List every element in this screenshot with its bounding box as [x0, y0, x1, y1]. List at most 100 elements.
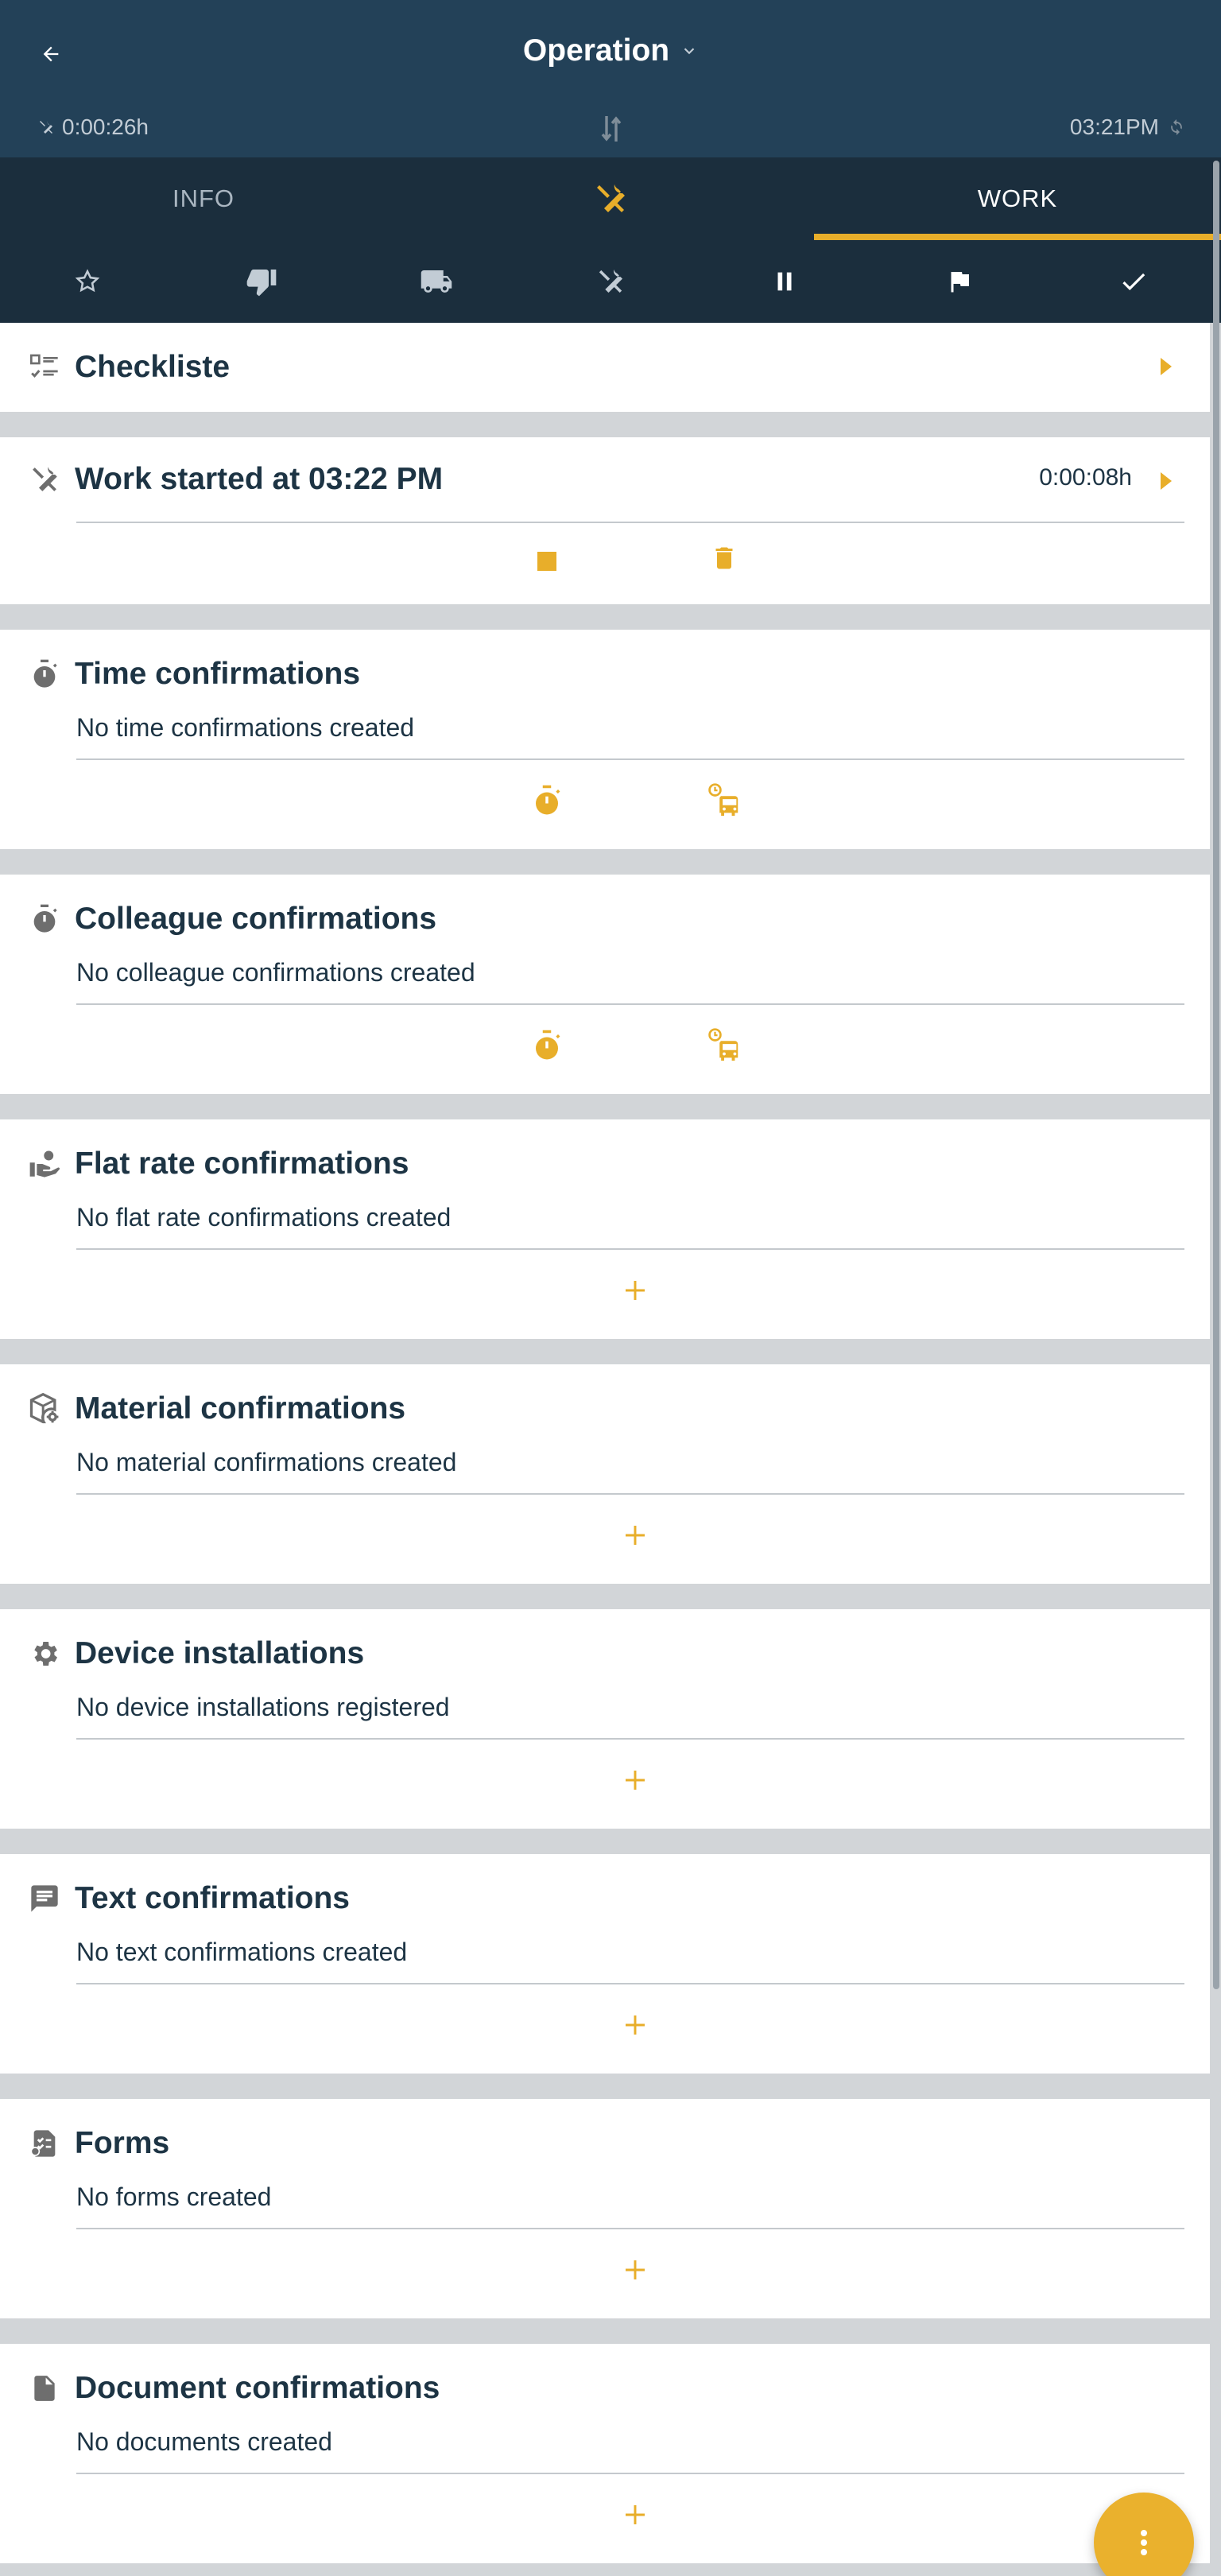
package-settings-icon [27, 1391, 62, 1426]
time-confirmations-title: Time confirmations [75, 657, 361, 691]
device-installations-card: Device installations No device installat… [0, 1609, 1210, 1829]
separator [0, 2318, 1210, 2344]
device-installations-actions [0, 1740, 1210, 1821]
time-confirmations-actions [0, 760, 1210, 841]
plus-icon [626, 1281, 645, 1300]
checklist-title: Checkliste [75, 350, 231, 384]
scrollbar[interactable] [1213, 161, 1219, 1989]
action-toolbar [0, 240, 1221, 323]
add-material-button[interactable] [615, 1515, 655, 1555]
flat-rate-confirmations-card: Flat rate confirmations No flat rate con… [0, 1119, 1210, 1339]
plus-icon [626, 2015, 645, 2035]
chevron-down-icon [684, 48, 695, 55]
add-form-button[interactable] [615, 2250, 655, 2290]
text-confirmations-header: Text confirmations [0, 1854, 1210, 1943]
add-flat-rate-button[interactable] [615, 1271, 655, 1310]
tab-info-label: INFO [172, 184, 235, 212]
stop-button[interactable] [527, 541, 567, 581]
separator [0, 1094, 1210, 1119]
work-session-header[interactable]: Work started at 03:22 PM 0:00:08h [0, 437, 1210, 522]
finish-flag-button[interactable] [872, 240, 1046, 323]
add-colleague-time-button[interactable] [527, 1026, 567, 1065]
stopwatch-icon [536, 1030, 560, 1060]
time-confirmations-card: Time confirmations No time confirmations… [0, 630, 1210, 849]
colleague-confirmations-actions [0, 1005, 1210, 1086]
forms-title: Forms [75, 2126, 170, 2160]
thumb-down-icon [246, 270, 277, 297]
device-installations-header: Device installations [0, 1609, 1210, 1698]
add-time-confirmation-button[interactable] [527, 781, 567, 821]
stopwatch-icon [27, 657, 62, 692]
add-travel-time-button[interactable] [704, 781, 744, 821]
separator [0, 2563, 1210, 2576]
chevron-right-icon[interactable] [1157, 355, 1175, 378]
complete-button[interactable] [1047, 240, 1221, 323]
tools-icon [597, 184, 625, 212]
flat-rate-confirmations-actions [0, 1250, 1210, 1331]
document-confirmations-header: Document confirmations [0, 2344, 1210, 2433]
text-confirmations-actions [0, 1984, 1210, 2066]
material-confirmations-card: Material confirmations No material confi… [0, 1364, 1210, 1584]
tab-info[interactable]: INFO [0, 157, 407, 240]
work-content: Checkliste Work started at 03:22 PM 0:00… [0, 323, 1210, 2576]
refresh-icon [1171, 119, 1182, 135]
elapsed-time: 0:00:26h [62, 114, 149, 139]
pause-button[interactable] [698, 240, 872, 323]
work-session-card: Work started at 03:22 PM 0:00:08h [0, 437, 1210, 604]
trash-icon [715, 547, 733, 569]
add-device-installation-button[interactable] [615, 1760, 655, 1800]
work-timer: 0:00:08h [1039, 464, 1132, 491]
travel-button[interactable] [349, 240, 523, 323]
stopwatch-icon [27, 902, 62, 937]
gear-icon [27, 1636, 62, 1671]
document-icon [27, 2371, 62, 2406]
checklist-icon [27, 350, 62, 385]
plus-icon [626, 2260, 645, 2279]
tools-icon [40, 121, 52, 134]
add-document-button[interactable] [615, 2495, 655, 2535]
more-vertical-icon [1141, 2530, 1147, 2555]
tab-tools[interactable] [407, 157, 814, 240]
title-dropdown[interactable]: Operation [0, 29, 1221, 73]
work-button[interactable] [523, 240, 697, 323]
hand-coin-icon [27, 1146, 62, 1181]
document-confirmations-card: Document confirmations No documents crea… [0, 2344, 1210, 2563]
text-confirmations-card: Text confirmations No text confirmations… [0, 1854, 1210, 2074]
travel-time-icon [708, 1028, 738, 1061]
colleague-confirmations-title: Colleague confirmations [75, 902, 437, 936]
flag-icon [951, 272, 969, 293]
document-confirmations-title: Document confirmations [75, 2371, 440, 2405]
forms-card: Forms No forms created [0, 2099, 1210, 2318]
favorite-button[interactable] [0, 240, 174, 323]
chevron-right-icon[interactable] [1157, 469, 1175, 493]
flat-rate-confirmations-header: Flat rate confirmations [0, 1119, 1210, 1208]
stopwatch-icon [536, 785, 560, 815]
device-installations-title: Device installations [75, 1636, 365, 1670]
check-icon [1122, 273, 1145, 291]
separator [0, 1339, 1210, 1364]
material-confirmations-title: Material confirmations [75, 1391, 406, 1426]
separator [0, 849, 1210, 875]
add-colleague-travel-button[interactable] [704, 1026, 744, 1065]
colleague-confirmations-card: Colleague confirmations No colleague con… [0, 875, 1210, 1094]
message-icon [27, 1881, 62, 1916]
elapsed-timer: 0:00:26h [37, 114, 149, 140]
forms-header: Forms [0, 2099, 1210, 2188]
checklist-header[interactable]: Checkliste [0, 323, 1210, 412]
reject-button[interactable] [174, 240, 348, 323]
tab-bar: INFO WORK [0, 157, 1221, 240]
form-checklist-icon [27, 2126, 62, 2161]
delete-button[interactable] [704, 538, 744, 578]
colleague-confirmations-header: Colleague confirmations [0, 875, 1210, 964]
text-confirmations-title: Text confirmations [75, 1881, 350, 1915]
tools-icon [27, 462, 62, 497]
material-confirmations-header: Material confirmations [0, 1364, 1210, 1453]
separator [0, 2074, 1210, 2099]
work-session-actions [0, 523, 1210, 604]
tab-work[interactable]: WORK [814, 157, 1221, 240]
separator [0, 1829, 1210, 1854]
travel-time-icon [708, 783, 738, 817]
add-text-confirmation-button[interactable] [615, 2005, 655, 2045]
time-confirmations-header: Time confirmations [0, 630, 1210, 719]
checklist-card[interactable]: Checkliste [0, 323, 1210, 412]
